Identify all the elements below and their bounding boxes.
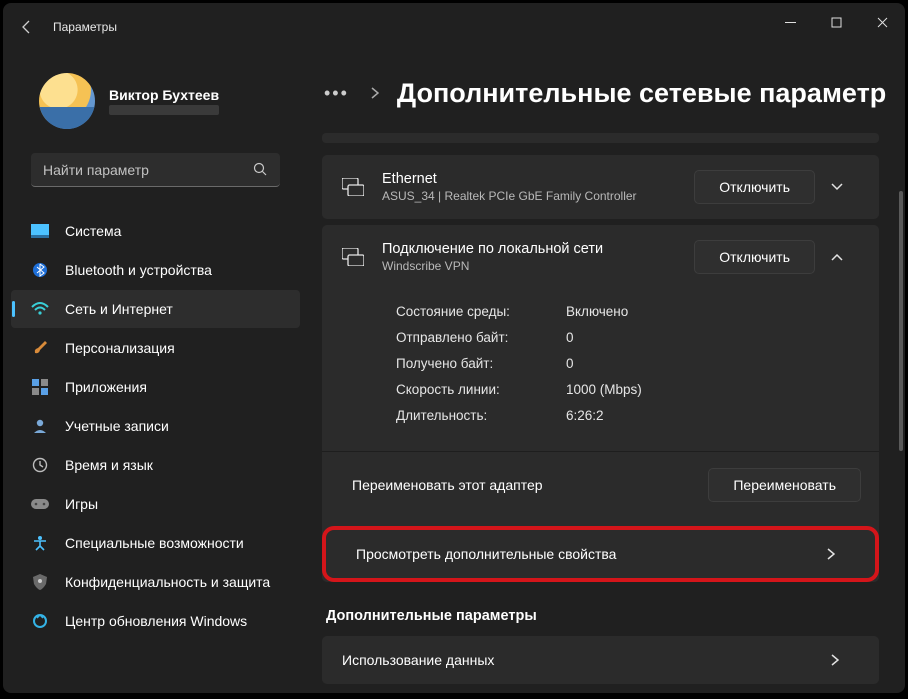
stat-value: 6:26:2 xyxy=(566,403,604,429)
ethernet-icon xyxy=(340,178,366,196)
sidebar-item-label: Центр обновления Windows xyxy=(65,613,247,629)
maximize-button[interactable] xyxy=(813,3,859,41)
stat-value: 1000 (Mbps) xyxy=(566,377,642,403)
sidebar: Виктор Бухтеев Система Bluetooth и устро… xyxy=(3,51,308,693)
panel-area: Ethernet ASUS_34 | Realtek PCIe GbE Fami… xyxy=(320,113,905,684)
sidebar-item-accounts[interactable]: Учетные записи xyxy=(11,407,300,445)
adapter-sub: ASUS_34 | Realtek PCIe GbE Family Contro… xyxy=(382,189,678,203)
profile-email xyxy=(109,105,219,115)
sidebar-item-update[interactable]: Центр обновления Windows xyxy=(11,602,300,640)
avatar xyxy=(39,73,95,129)
sidebar-item-label: Сеть и Интернет xyxy=(65,301,173,317)
sidebar-item-personalization[interactable]: Персонализация xyxy=(11,329,300,367)
ethernet-icon xyxy=(340,248,366,266)
search-icon xyxy=(253,162,268,177)
collapsed-section[interactable] xyxy=(322,133,879,143)
close-button[interactable] xyxy=(859,3,905,41)
adapter-row[interactable]: Подключение по локальной сети Windscribe… xyxy=(322,225,879,289)
nav: Система Bluetooth и устройства Сеть и Ин… xyxy=(3,203,308,641)
apps-icon xyxy=(31,378,49,396)
adapter-ethernet: Ethernet ASUS_34 | Realtek PCIe GbE Fami… xyxy=(322,155,879,219)
search-box[interactable] xyxy=(31,153,280,187)
window-controls xyxy=(767,3,905,41)
stat-value: 0 xyxy=(566,351,574,377)
sidebar-item-label: Персонализация xyxy=(65,340,175,356)
chevron-right-icon xyxy=(827,548,857,560)
sidebar-item-accessibility[interactable]: Специальные возможности xyxy=(11,524,300,562)
window-title: Параметры xyxy=(53,20,117,34)
bluetooth-icon xyxy=(31,261,49,279)
stat-label: Получено байт: xyxy=(396,351,566,377)
chevron-down-icon[interactable] xyxy=(831,183,861,191)
brush-icon xyxy=(31,339,49,357)
monitor-icon xyxy=(31,222,49,240)
adapter-title: Подключение по локальной сети xyxy=(382,241,678,257)
chevron-up-icon[interactable] xyxy=(831,253,861,261)
adapter-sub: Windscribe VPN xyxy=(382,259,678,273)
stat-label: Отправлено байт: xyxy=(396,325,566,351)
settings-window: Параметры Виктор Бухтеев xyxy=(3,3,905,693)
disable-button[interactable]: Отключить xyxy=(694,240,815,274)
disable-button[interactable]: Отключить xyxy=(694,170,815,204)
wifi-icon xyxy=(31,300,49,318)
update-icon xyxy=(31,612,49,630)
sidebar-item-label: Игры xyxy=(65,496,98,512)
stat-label: Длительность: xyxy=(396,403,566,429)
content: Виктор Бухтеев Система Bluetooth и устро… xyxy=(3,51,905,693)
rename-button[interactable]: Переименовать xyxy=(708,468,861,502)
minimize-button[interactable] xyxy=(767,3,813,41)
view-additional-highlight: Просмотреть дополнительные свойства xyxy=(322,526,879,582)
clock-icon xyxy=(31,456,49,474)
shield-icon xyxy=(31,573,49,591)
sidebar-item-label: Время и язык xyxy=(65,457,153,473)
breadcrumb: ••• Дополнительные сетевые параметр xyxy=(320,51,905,113)
gamepad-icon xyxy=(31,495,49,513)
sidebar-item-system[interactable]: Система xyxy=(11,212,300,250)
rename-label: Переименовать этот адаптер xyxy=(352,477,694,493)
stat-label: Скорость линии: xyxy=(396,377,566,403)
sidebar-item-label: Приложения xyxy=(65,379,147,395)
adapter-row[interactable]: Ethernet ASUS_34 | Realtek PCIe GbE Fami… xyxy=(322,155,879,219)
view-additional-row[interactable]: Просмотреть дополнительные свойства xyxy=(326,530,875,578)
breadcrumb-more[interactable]: ••• xyxy=(320,83,353,104)
sidebar-item-label: Конфиденциальность и защита xyxy=(65,574,270,590)
scrollbar[interactable] xyxy=(899,191,903,451)
adapter-title: Ethernet xyxy=(382,171,678,187)
stat-value: 0 xyxy=(566,325,574,351)
accessibility-icon xyxy=(31,534,49,552)
rename-row: Переименовать этот адаптер Переименовать xyxy=(322,451,879,520)
sidebar-item-privacy[interactable]: Конфиденциальность и защита xyxy=(11,563,300,601)
titlebar: Параметры xyxy=(3,3,905,51)
sidebar-item-time-lang[interactable]: Время и язык xyxy=(11,446,300,484)
profile-name: Виктор Бухтеев xyxy=(109,87,219,103)
sidebar-item-games[interactable]: Игры xyxy=(11,485,300,523)
sidebar-item-label: Bluetooth и устройства xyxy=(65,262,212,278)
sidebar-item-label: Система xyxy=(65,223,121,239)
chevron-right-icon xyxy=(371,87,379,99)
back-button[interactable] xyxy=(15,15,39,39)
chevron-right-icon xyxy=(831,654,861,666)
person-icon xyxy=(31,417,49,435)
sidebar-item-label: Специальные возможности xyxy=(65,535,244,551)
data-usage-row[interactable]: Использование данных xyxy=(322,636,879,684)
profile[interactable]: Виктор Бухтеев xyxy=(3,55,308,153)
stat-value: Включено xyxy=(566,299,628,325)
adapter-details: Состояние среды:Включено Отправлено байт… xyxy=(322,289,879,451)
page-title: Дополнительные сетевые параметр xyxy=(397,78,886,109)
data-usage-label: Использование данных xyxy=(342,652,817,668)
sidebar-item-network[interactable]: Сеть и Интернет xyxy=(11,290,300,328)
view-additional-label: Просмотреть дополнительные свойства xyxy=(356,546,813,562)
stat-label: Состояние среды: xyxy=(396,299,566,325)
sidebar-item-bluetooth[interactable]: Bluetooth и устройства xyxy=(11,251,300,289)
sidebar-item-label: Учетные записи xyxy=(65,418,169,434)
adapter-local: Подключение по локальной сети Windscribe… xyxy=(322,225,879,582)
search-input[interactable] xyxy=(43,162,253,178)
extra-section-header: Дополнительные параметры xyxy=(322,588,879,636)
sidebar-item-apps[interactable]: Приложения xyxy=(11,368,300,406)
data-usage-card: Использование данных xyxy=(322,636,879,684)
main: ••• Дополнительные сетевые параметр Ethe… xyxy=(308,51,905,693)
